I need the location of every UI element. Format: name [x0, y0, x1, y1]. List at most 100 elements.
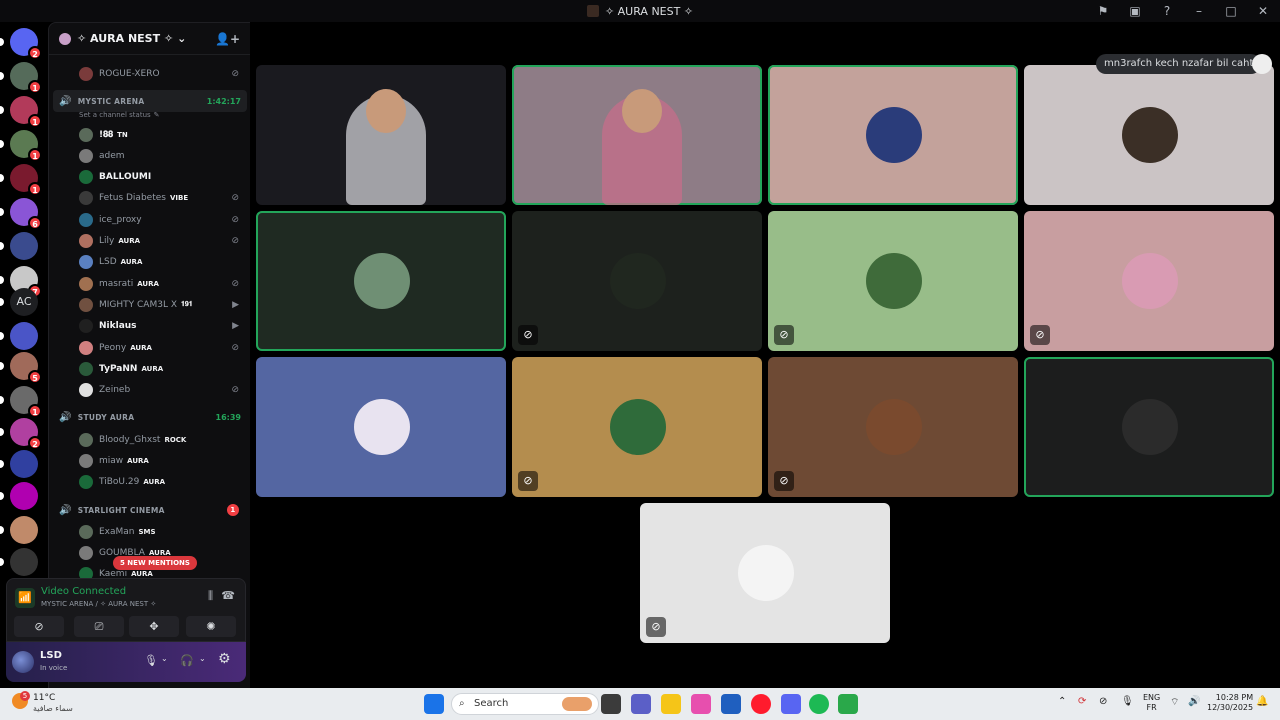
server-2[interactable]: 1 [10, 96, 42, 128]
voice-user[interactable]: Fetus Diabetes VIBE ⊘ [49, 188, 250, 209]
chevron-down-icon[interactable]: ⌄ [161, 654, 168, 663]
inbox-flag-icon[interactable]: ⚑ [1094, 4, 1112, 18]
invite-people-icon[interactable]: 👤+ [215, 32, 240, 46]
participant-tile[interactable] [768, 65, 1018, 205]
chat-icon[interactable] [631, 694, 651, 714]
sync-icon[interactable]: ⟳ [1078, 696, 1086, 707]
opera-icon[interactable] [751, 694, 771, 714]
voice-user[interactable]: Niklaus ▶ [49, 316, 250, 337]
weather-temp[interactable]: 11°C [33, 693, 55, 703]
voice-user[interactable]: Bloody_Ghxst ROCK [49, 429, 250, 450]
video-tile[interactable] [256, 65, 506, 205]
minimize-button[interactable]: – [1190, 4, 1208, 18]
maximize-button[interactable]: □ [1222, 4, 1240, 18]
headphones-icon[interactable]: 🎧 [180, 654, 194, 667]
start-button-icon[interactable] [424, 694, 444, 714]
participant-tile[interactable] [256, 357, 506, 497]
participant-tile[interactable]: ⊘ [768, 357, 1018, 497]
server-3[interactable]: 1 [10, 130, 42, 162]
channel-status[interactable]: Set a channel status ✎ [49, 108, 250, 122]
chevron-down-icon[interactable]: ⌄ [199, 654, 206, 663]
chevron-up-icon[interactable]: ⌃ [1058, 696, 1066, 707]
noise-suppression-icon[interactable]: ⫼ [208, 589, 213, 603]
server-9[interactable] [10, 322, 38, 350]
activities-button[interactable]: ✥ [129, 616, 179, 637]
server-11[interactable]: 1 [10, 386, 42, 418]
voice-user[interactable]: TyPaNN AURA [49, 358, 250, 379]
voice-user[interactable]: Peony AURA ⊘ [49, 337, 250, 358]
server-4[interactable]: 1 [10, 164, 42, 196]
voice-user[interactable]: miaw AURA [49, 450, 250, 471]
clock[interactable]: 10:28 PM 12/30/2025 [1207, 693, 1253, 713]
screen-share-button[interactable]: ⎚ [74, 616, 124, 637]
new-mentions-pill[interactable]: 5 NEW MENTIONS [113, 556, 197, 570]
participant-tile[interactable]: ⊘ [1024, 211, 1274, 351]
participant-tile[interactable] [1024, 357, 1274, 497]
soundboard-button[interactable]: ✺ [186, 616, 236, 637]
voice-user[interactable]: TiBoU.29 AURA [49, 472, 250, 493]
wifi-icon[interactable]: ⌔ [1170, 696, 1179, 709]
voice-channel-study-aura[interactable]: 🔊 STUDY AURA 16:39 [53, 406, 247, 428]
pencil-icon: ✎ [153, 111, 160, 119]
user-avatar[interactable] [12, 651, 34, 673]
user-name: miaw [99, 455, 124, 466]
participant-tile[interactable] [256, 211, 506, 351]
popout-icon[interactable]: ▣ [1126, 4, 1144, 18]
signal-icon[interactable]: 📶 [15, 588, 35, 608]
server-8[interactable]: AC [10, 288, 38, 316]
app-icon[interactable] [838, 694, 858, 714]
voice-user[interactable]: BALLOUMI [49, 167, 250, 188]
server-0[interactable]: 2 [10, 28, 42, 60]
server-12[interactable]: 2 [10, 418, 42, 450]
server-14[interactable] [10, 482, 38, 510]
close-button[interactable]: ✕ [1254, 4, 1272, 18]
network-off-icon[interactable]: ⊘ [1099, 696, 1107, 707]
user-name[interactable]: LSD [40, 650, 62, 661]
avatar [79, 340, 93, 355]
server-6[interactable] [10, 232, 38, 260]
voice-user[interactable]: LSD AURA [49, 252, 250, 273]
copilot-icon[interactable] [691, 694, 711, 714]
voice-user[interactable]: ExaMan SMS [49, 521, 250, 542]
speaker-icon: 🔊 [59, 504, 72, 516]
camera-off-button[interactable]: ⊘ [14, 616, 64, 637]
server-15[interactable] [10, 516, 38, 544]
volume-icon[interactable]: 🔊 [1188, 696, 1200, 707]
disconnect-icon[interactable]: ☎ [221, 589, 235, 602]
voice-user[interactable]: Zeineb ⊘ [49, 380, 250, 401]
participant-tile[interactable]: ⊘ [768, 211, 1018, 351]
server-16[interactable] [10, 548, 38, 576]
spotify-icon[interactable] [809, 694, 829, 714]
voice-user[interactable]: !𝟖𝟖 TN [49, 124, 250, 145]
settings-gear-icon[interactable]: ⚙ [218, 651, 231, 667]
file-explorer-icon[interactable] [661, 694, 681, 714]
server-5[interactable]: 6 [10, 198, 42, 230]
participant-tile[interactable]: ⊘ [640, 503, 890, 643]
search-box[interactable]: ⌕ Search [451, 693, 599, 715]
voice-user[interactable]: masrati AURA ⊘ [49, 273, 250, 294]
video-tile[interactable] [512, 65, 762, 205]
help-icon[interactable]: ? [1158, 4, 1176, 18]
voice-user[interactable]: adem [49, 145, 250, 166]
participant-tile[interactable]: ⊘ [512, 211, 762, 351]
voice-user[interactable]: ice_proxy ⊘ [49, 209, 250, 230]
participant-tile[interactable]: ⊘ [512, 357, 762, 497]
server-10[interactable]: 5 [10, 352, 42, 384]
server-1[interactable]: 1 [10, 62, 42, 94]
store-icon[interactable] [721, 694, 741, 714]
microphone-icon[interactable]: 🎙 [144, 654, 158, 667]
participant-tile[interactable] [1024, 65, 1274, 205]
task-view-icon[interactable] [601, 694, 621, 714]
voice-user[interactable]: Lily AURA ⊘ [49, 231, 250, 252]
voice-channel-starlight-cinema[interactable]: 🔊 STARLIGHT CINEMA 1 [53, 499, 247, 521]
voice-status-title[interactable]: Video Connected [41, 586, 126, 597]
server-13[interactable] [10, 450, 38, 478]
microphone-icon[interactable]: 🎙 [1121, 696, 1134, 707]
guild-header[interactable]: ✧ AURA NEST ✧ ⌄ 👤+ [49, 23, 250, 55]
discord-icon[interactable] [781, 694, 801, 714]
avatar [79, 319, 93, 334]
voice-user[interactable]: ROGUE-XERO ⊘ [49, 63, 250, 84]
language-indicator[interactable]: ENG FR [1143, 693, 1160, 713]
voice-user[interactable]: MIGHTY CAM3L X 𝟏𝟗𝟏 ▶ [49, 294, 250, 315]
notification-bell-icon[interactable]: 🔔 [1256, 696, 1268, 707]
